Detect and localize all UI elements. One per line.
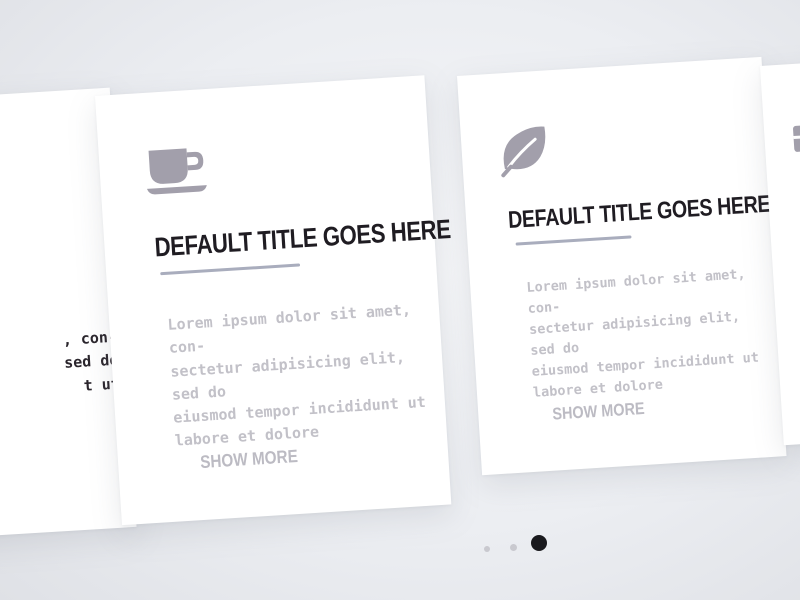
card-body-text: Lorem ipsum dolor sit amet, con- sectetu…	[525, 266, 760, 401]
title-underline	[160, 263, 301, 276]
card-body-text: Lorem ipsum dolor sit amet, con- sectetu…	[166, 300, 427, 450]
card-coffee[interactable]: DEFAULT TITLE GOES HERE Lorem ipsum dolo…	[95, 75, 452, 526]
pagination-dots	[478, 534, 568, 554]
card-body-text: , con- sed do t ut	[62, 327, 121, 395]
coffee-cup-icon	[142, 141, 211, 201]
show-more-link[interactable]: SHOW MORE	[552, 399, 645, 425]
card-leaf[interactable]: DEFAULT TITLE GOES HERE Lorem ipsum dolo…	[457, 56, 787, 476]
title-underline	[515, 235, 632, 246]
leaf-icon	[494, 120, 553, 179]
briefcase-icon	[789, 114, 800, 156]
card-title: DEFAULT TITLE GOES HERE	[153, 213, 452, 263]
card-title: DEFAULT TITLE GOES HERE	[507, 190, 771, 235]
pagination-dot-3-active[interactable]	[531, 535, 547, 551]
pagination-dot-2[interactable]	[510, 544, 517, 551]
pagination-dot-1[interactable]	[484, 546, 490, 552]
carousel: E , con- sed do t ut DEFAULT TITLE GOES …	[0, 0, 800, 600]
